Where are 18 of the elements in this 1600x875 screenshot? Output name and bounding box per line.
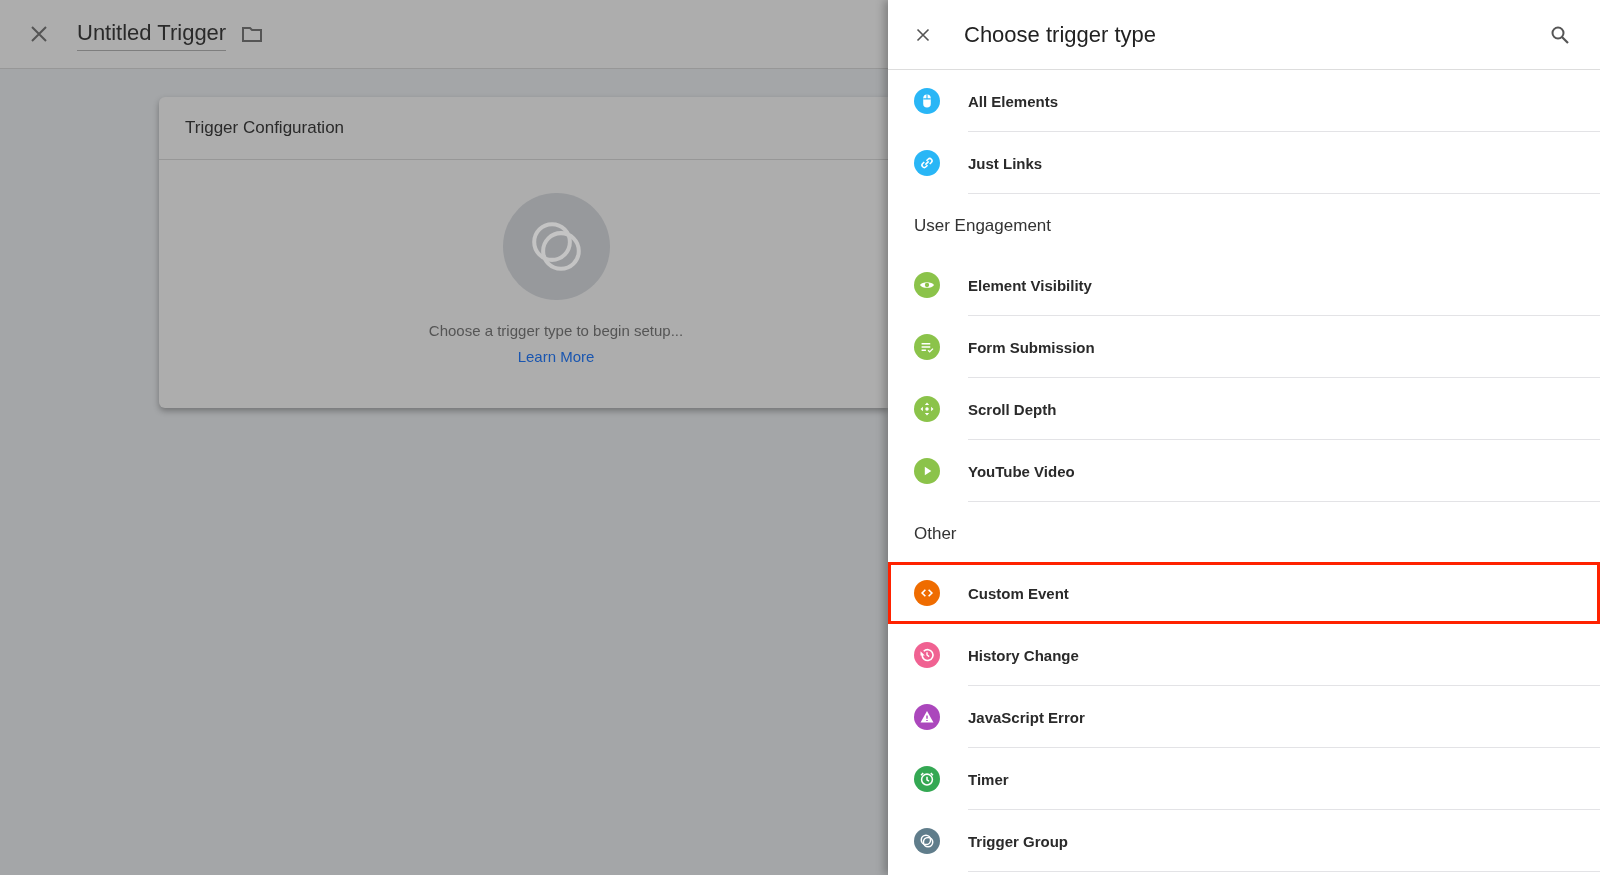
card-title: Trigger Configuration (159, 97, 888, 160)
trigger-type-item[interactable]: Custom Event (888, 562, 1600, 624)
trigger-type-item[interactable]: YouTube Video (888, 440, 1600, 502)
trigger-type-item[interactable]: JavaScript Error (888, 686, 1600, 748)
trigger-icon (502, 193, 610, 300)
trigger-type-item[interactable]: Element Visibility (888, 254, 1600, 316)
trigger-type-item[interactable]: Timer (888, 748, 1600, 810)
trigger-type-item[interactable]: History Change (888, 624, 1600, 686)
trigger-type-item[interactable]: All Elements (888, 70, 1600, 132)
trigger-type-item[interactable]: Scroll Depth (888, 378, 1600, 440)
section-heading: User Engagement (913, 215, 1053, 237)
trigger-type-item[interactable]: Form Submission (888, 316, 1600, 378)
section-heading: Other (913, 523, 958, 545)
hint-text: Choose a trigger type to begin setup... (428, 322, 684, 339)
trigger-name-field[interactable]: Untitled Trigger (77, 17, 227, 51)
trigger-type-item[interactable]: Just Links (888, 132, 1600, 194)
trigger-type-item[interactable]: Trigger Group (888, 810, 1600, 872)
panel-title: Choose trigger type (964, 21, 1157, 48)
